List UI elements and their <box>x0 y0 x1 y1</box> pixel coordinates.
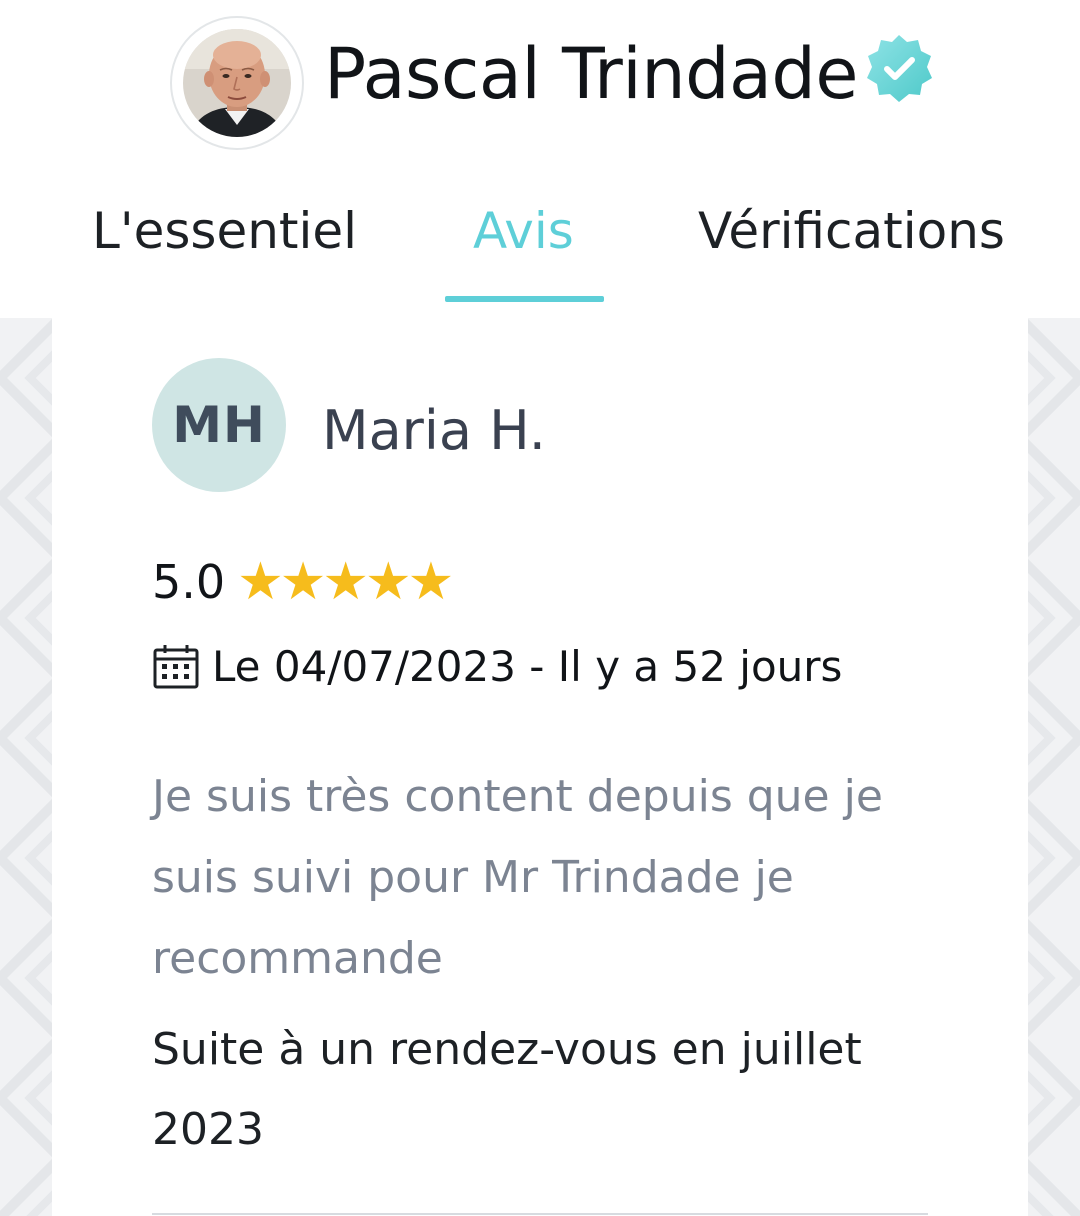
review-date: Le 04/07/2023 - Il y a 52 jours <box>212 641 843 691</box>
tab-avis[interactable]: Avis <box>473 198 574 264</box>
doctor-avatar[interactable] <box>170 16 304 150</box>
verified-badge-icon <box>862 32 936 106</box>
divider <box>152 1213 928 1215</box>
profile-tabs: L'essentiel Avis Vérifications <box>0 188 1080 308</box>
review-comment: Je suis très content depuis que je suis … <box>152 771 883 984</box>
calendar-icon <box>153 645 199 689</box>
reviewer-avatar: MH <box>152 358 286 492</box>
rating-row: 5.0 ★ ★ ★ ★ ★ <box>152 550 454 614</box>
active-tab-indicator <box>445 296 604 302</box>
star-icon: ★ <box>237 552 284 612</box>
doctor-name: Pascal Trindade <box>324 33 858 115</box>
review-card: MH Maria H. 5.0 ★ ★ ★ ★ ★ Le 04/07/2023 - Il… <box>52 318 1028 1216</box>
star-icon: ★ <box>407 552 455 612</box>
tab-essentiel[interactable]: L'essentiel <box>92 198 357 264</box>
rating-value: 5.0 <box>152 555 226 609</box>
doctor-photo <box>183 29 291 137</box>
rating-stars: ★ ★ ★ ★ ★ <box>237 552 454 612</box>
star-icon: ★ <box>279 552 327 612</box>
profile-header: Pascal Trindade L'essentiel Avis Vérific… <box>0 0 1080 318</box>
star-icon: ★ <box>322 552 370 612</box>
reviewer-name: Maria H. <box>322 399 546 462</box>
review-date-row: Le 04/07/2023 - Il y a 52 jours <box>152 636 842 696</box>
star-icon: ★ <box>365 552 412 612</box>
tab-verifications[interactable]: Vérifications <box>698 198 1005 264</box>
review-context: Suite à un rendez-vous en juillet 2023 <box>152 1024 862 1155</box>
